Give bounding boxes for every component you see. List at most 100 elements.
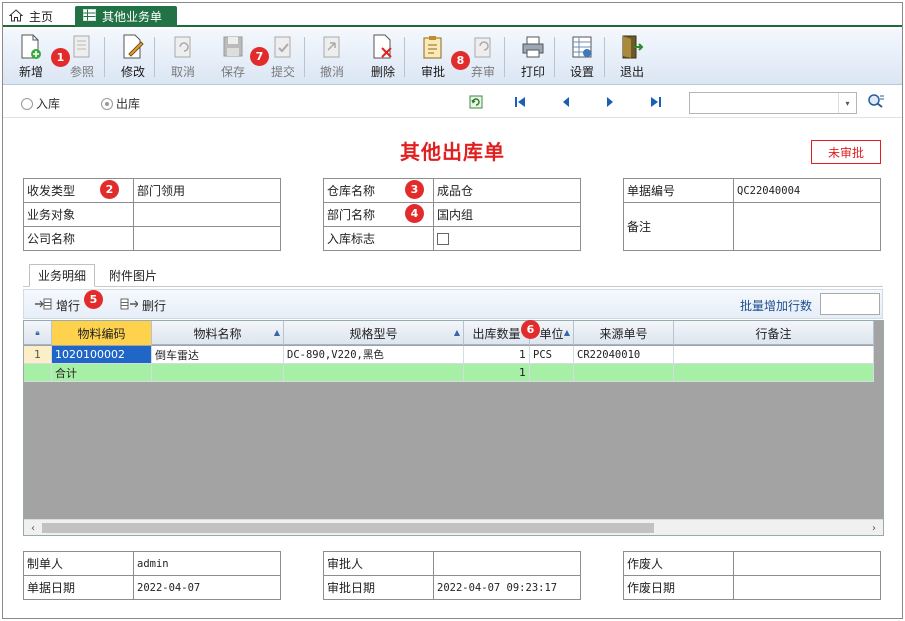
toolbar-button-revoke[interactable]: 撤消 <box>310 33 354 81</box>
status-badge: 未审批 <box>811 140 881 164</box>
col-header-label: 规格型号 <box>349 326 398 341</box>
radio-out-circle <box>101 97 113 110</box>
form-row: 作废日期 <box>624 576 881 600</box>
table-row[interactable]: 1 1020100002 倒车雷达 DC-890,V220,黑色 1 PCS C… <box>24 346 874 364</box>
cell-remark[interactable] <box>674 346 874 364</box>
cell-qty[interactable]: 1 <box>464 346 530 364</box>
toolbar-separator <box>304 37 305 77</box>
total-row-number <box>24 364 52 382</box>
toolbar-button-print[interactable]: 打印 <box>511 33 555 81</box>
cell-unit[interactable]: PCS <box>530 346 574 364</box>
form-right: 单据编号 QC22040004 备注 <box>623 178 881 251</box>
toolbar-button-label: 参照 <box>69 65 94 79</box>
inbound-flag-checkbox[interactable] <box>437 232 449 245</box>
horizontal-scrollbar[interactable]: ‹ › <box>24 519 883 535</box>
scroll-right-icon[interactable]: › <box>867 521 881 535</box>
scroll-left-icon[interactable]: ‹ <box>26 521 40 535</box>
remark-field[interactable] <box>734 203 881 251</box>
search-icon[interactable] <box>867 93 885 112</box>
add-row-button[interactable]: 增行 <box>34 297 80 314</box>
annotation-marker: 8 <box>451 51 470 70</box>
department-field[interactable]: 国内组 <box>434 203 581 227</box>
col-header-label: 行备注 <box>755 326 792 341</box>
record-selector[interactable]: ▾ <box>689 92 857 114</box>
toolbar-button-settings[interactable]: 设置 <box>560 33 604 81</box>
tab-business-detail[interactable]: 业务明细 <box>29 264 96 287</box>
company-name-field[interactable] <box>134 227 281 251</box>
warehouse-field[interactable]: 成品仓 <box>434 179 581 203</box>
cell-code[interactable]: 1020100002 <box>52 346 152 364</box>
form-row: 作废人 <box>624 552 881 576</box>
radio-in[interactable]: 入库 <box>21 95 60 112</box>
save-icon <box>220 33 246 61</box>
form-row: 入库标志 <box>324 227 581 251</box>
doc-number-field[interactable]: QC22040004 <box>734 179 881 203</box>
annotation-marker: 5 <box>84 290 103 309</box>
toolbar-button-new-doc[interactable]: 新增 <box>9 33 53 81</box>
form-label: 审批人 <box>324 552 434 576</box>
chevron-down-icon[interactable]: ▾ <box>838 93 856 113</box>
footer-mid: 审批人 审批日期 2022-04-07 09:23:17 <box>323 551 581 600</box>
tab-other-business[interactable]: 其他业务单 <box>75 6 177 27</box>
toolbar-separator <box>404 37 405 77</box>
total-empty <box>284 364 464 382</box>
cell-name[interactable]: 倒车雷达 <box>152 346 284 364</box>
col-header-source[interactable]: 来源单号 <box>574 321 674 345</box>
form-row: 公司名称 <box>24 227 281 251</box>
form-mid: 仓库名称 成品仓 部门名称 国内组 入库标志 <box>323 178 581 251</box>
col-header-label: 单位 <box>539 326 564 341</box>
col-header-name[interactable]: 物料名称 ▲ <box>152 321 284 345</box>
doc-date-field[interactable]: 2022-04-07 <box>134 576 281 600</box>
delete-row-button[interactable]: 删行 <box>120 297 166 314</box>
form-row: 单据编号 QC22040004 <box>624 179 881 203</box>
form-row: 单据日期 2022-04-07 <box>24 576 281 600</box>
col-header-qty[interactable]: 出库数量 <box>464 321 530 345</box>
form-row: 备注 <box>624 203 881 251</box>
lock-icon: 🔒︎ <box>35 328 40 337</box>
prev-record-button[interactable] <box>557 94 575 110</box>
approve-icon <box>420 33 446 61</box>
last-record-button[interactable] <box>647 94 665 110</box>
toolbar-separator <box>104 37 105 77</box>
home-icon <box>8 8 24 25</box>
refresh-icon <box>469 95 483 109</box>
toolbar-button-edit[interactable]: 修改 <box>111 33 155 81</box>
next-record-button[interactable] <box>601 94 619 110</box>
toolbar-button-cancel[interactable]: 取消 <box>161 33 205 81</box>
col-header-remark[interactable]: 行备注 <box>674 321 874 345</box>
total-qty: 1 <box>464 364 530 382</box>
form-row: 仓库名称 成品仓 <box>324 179 581 203</box>
form-label: 作废人 <box>624 552 734 576</box>
form-label: 入库标志 <box>324 227 434 251</box>
form-row: 制单人 admin <box>24 552 281 576</box>
toolbar-button-delete[interactable]: 删除 <box>361 33 405 81</box>
scrollbar-thumb[interactable] <box>42 523 654 533</box>
dispatch-type-field[interactable]: 部门领用 <box>134 179 281 203</box>
tab-attachments[interactable]: 附件图片 <box>101 264 165 287</box>
total-empty <box>574 364 674 382</box>
toolbar-button-exit[interactable]: 退出 <box>610 33 654 81</box>
radio-out-label: 出库 <box>116 97 141 111</box>
radio-out[interactable]: 出库 <box>101 95 140 112</box>
form-label: 业务对象 <box>24 203 134 227</box>
col-header-spec[interactable]: 规格型号 ▲ <box>284 321 464 345</box>
form-row: 业务对象 <box>24 203 281 227</box>
business-object-field[interactable] <box>134 203 281 227</box>
footer-left: 制单人 admin 单据日期 2022-04-07 <box>23 551 281 600</box>
col-header-code[interactable]: 物料编码 <box>52 321 152 345</box>
new-doc-icon <box>18 33 44 61</box>
toolbar-button-save[interactable]: 保存 <box>211 33 255 81</box>
toolbar-button-approve[interactable]: 审批 <box>411 33 455 81</box>
annotation-marker: 7 <box>250 47 269 66</box>
batch-add-input[interactable] <box>820 293 880 315</box>
delete-row-icon <box>120 298 139 313</box>
radio-in-circle <box>21 97 33 110</box>
refresh-button[interactable] <box>467 94 485 110</box>
tab-strip: 主页 其他业务单 <box>3 3 902 27</box>
cell-source[interactable]: CR22040010 <box>574 346 674 364</box>
first-record-button[interactable] <box>511 94 529 110</box>
form-label: 作废日期 <box>624 576 734 600</box>
approver-field <box>434 552 581 576</box>
cell-spec[interactable]: DC-890,V220,黑色 <box>284 346 464 364</box>
tab-home[interactable]: 主页 <box>8 6 53 27</box>
